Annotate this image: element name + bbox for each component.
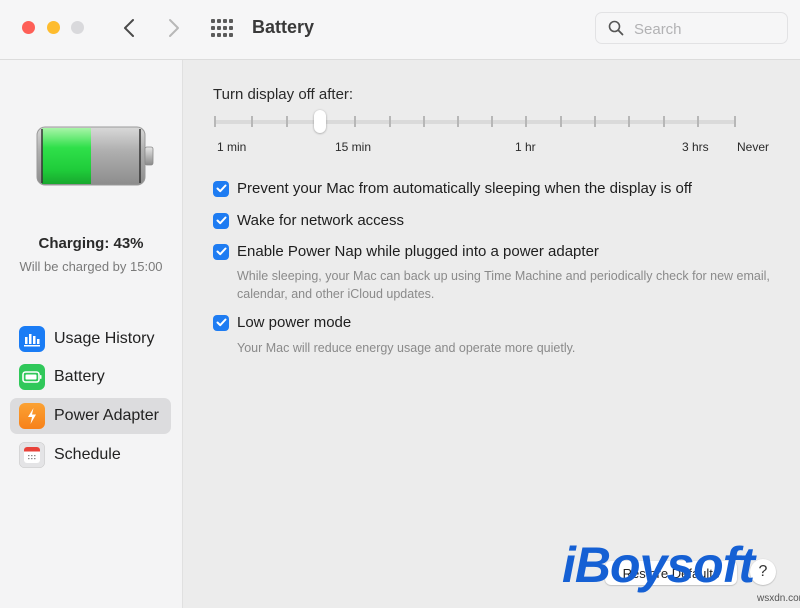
tick-label: Never	[737, 140, 770, 154]
chevron-right-icon	[169, 19, 179, 37]
option-description: Your Mac will reduce energy usage and op…	[237, 341, 576, 355]
slider-tick	[423, 116, 425, 127]
checkmark-icon	[216, 184, 226, 193]
calendar-icon	[19, 442, 45, 468]
battery-icon	[19, 364, 45, 390]
slider-thumb[interactable]	[314, 110, 326, 133]
checkmark-icon	[216, 216, 226, 225]
watermark-logo: iBoysoft	[562, 537, 755, 593]
option-label: Prevent your Mac from automatically slee…	[237, 180, 692, 197]
chevron-left-icon	[124, 19, 134, 37]
slider-tick	[628, 116, 630, 127]
sidebar-item-power-adapter[interactable]: Power Adapter	[10, 398, 171, 434]
option-prevent-sleep[interactable]: Prevent your Mac from automatically slee…	[213, 180, 692, 197]
slider-tick	[457, 116, 459, 127]
option-wake-network[interactable]: Wake for network access	[213, 212, 404, 229]
sidebar-item-battery[interactable]: Battery	[10, 359, 171, 395]
slider-tick	[560, 116, 562, 127]
sidebar-item-schedule[interactable]: Schedule	[10, 437, 171, 473]
tick-label: 15 min	[335, 140, 372, 154]
charge-eta: Will be charged by 15:00	[19, 259, 163, 274]
checkbox[interactable]	[213, 180, 229, 197]
checkbox[interactable]	[213, 212, 229, 229]
sidebar-item-label: Power Adapter	[54, 407, 159, 424]
tick-label: 1 hr	[515, 140, 536, 154]
option-label: Low power mode	[237, 314, 352, 331]
option-label: Wake for network access	[237, 212, 404, 229]
search-icon	[608, 20, 624, 36]
lightning-bolt-icon	[19, 403, 45, 429]
title-bar: Battery	[0, 0, 800, 60]
bar-chart-icon	[19, 326, 45, 352]
close-window-button[interactable]	[22, 21, 35, 34]
slider-tick	[214, 116, 216, 127]
slider-tick	[389, 116, 391, 127]
sidebar-item-label: Usage History	[54, 330, 155, 347]
window-title: Battery	[252, 17, 315, 37]
minimize-window-button[interactable]	[47, 21, 60, 34]
back-button[interactable]	[117, 14, 141, 42]
zoom-window-button[interactable]	[71, 21, 84, 34]
checkbox[interactable]	[213, 243, 229, 260]
slider-tick	[525, 116, 527, 127]
slider-tick	[286, 116, 288, 127]
slider-tick	[734, 116, 736, 127]
slider-tick	[354, 116, 356, 127]
checkbox[interactable]	[213, 314, 229, 331]
charging-status: Charging: 43%	[38, 235, 144, 252]
checkmark-icon	[216, 247, 226, 256]
display-off-slider[interactable]	[214, 110, 736, 133]
slider-track[interactable]	[214, 120, 736, 124]
slider-tick	[251, 116, 253, 127]
checkmark-icon	[216, 318, 226, 327]
slider-tick	[663, 116, 665, 127]
slider-tick	[491, 116, 493, 127]
sidebar-item-usage-history[interactable]: Usage History	[10, 321, 171, 357]
option-label: Enable Power Nap while plugged into a po…	[237, 243, 599, 260]
battery-level-graphic	[36, 125, 156, 192]
search-field[interactable]	[595, 12, 788, 44]
sidebar-item-label: Battery	[54, 368, 105, 385]
option-power-nap[interactable]: Enable Power Nap while plugged into a po…	[213, 243, 599, 260]
show-all-grid-button[interactable]	[211, 19, 233, 37]
sidebar-item-label: Schedule	[54, 446, 121, 463]
slider-tick	[594, 116, 596, 127]
tick-label: 3 hrs	[682, 140, 709, 154]
tick-label: 1 min	[217, 140, 247, 154]
watermark-site: wsxdn.com	[757, 593, 800, 604]
slider-tick	[697, 116, 699, 127]
search-input[interactable]	[632, 17, 781, 41]
option-description: While sleeping, your Mac can back up usi…	[237, 269, 770, 301]
option-low-power-mode[interactable]: Low power mode	[213, 314, 351, 331]
display-off-slider-label: Turn display off after:	[213, 86, 354, 103]
forward-button[interactable]	[162, 14, 186, 42]
battery-fill	[42, 128, 91, 184]
battery-preferences-window: Battery Search Charging: 43% Will be cha…	[0, 0, 800, 608]
